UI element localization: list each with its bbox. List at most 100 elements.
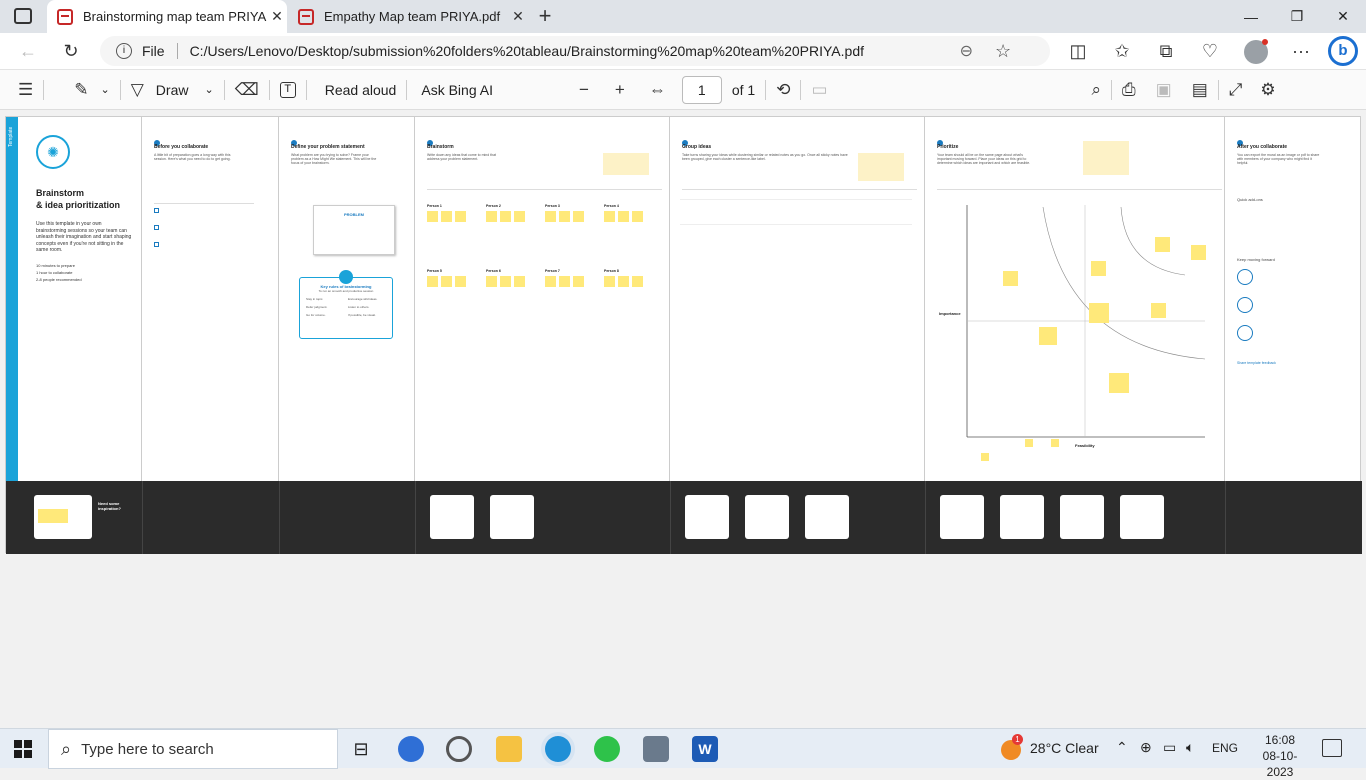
notifications-icon[interactable]	[1322, 739, 1342, 757]
rules-card: Key rules of brainstorming To run an smo…	[299, 270, 393, 339]
minimize-button[interactable]: —	[1228, 0, 1274, 33]
file-label: File	[142, 43, 165, 59]
rule-item: Stay in topic.	[306, 297, 324, 301]
pdf-viewer[interactable]: Template ✺ Brainstorm & idea prioritizat…	[0, 110, 1366, 726]
page-total: of 1	[731, 81, 756, 98]
group-footer	[670, 481, 925, 554]
word-icon[interactable]: W	[692, 736, 718, 762]
omnibox[interactable]: i File C:/Users/Lenovo/Desktop/submissio…	[100, 36, 1050, 66]
zoom-in-icon[interactable]: +	[615, 80, 625, 100]
need-inspiration: Need some inspiration?	[98, 501, 121, 511]
weather-text[interactable]: 28°C Clear	[1030, 740, 1099, 756]
contents-icon[interactable]: ☰	[18, 80, 33, 100]
rule-item: Defer judgment.	[306, 305, 328, 309]
favorite-star-icon[interactable]: ☆	[995, 41, 1011, 62]
performance-icon[interactable]: ♡	[1194, 35, 1226, 67]
tab-empathy-map[interactable]: Empathy Map team PRIYA.pdf ✕	[288, 0, 528, 33]
back-button[interactable]: ←	[12, 35, 44, 67]
app-icon[interactable]	[446, 736, 472, 762]
section-title: Define your problem statement	[291, 144, 365, 150]
chevron-down-icon[interactable]: ⌄	[204, 83, 213, 96]
restore-button[interactable]: ❐	[1274, 0, 1320, 33]
file-explorer-icon[interactable]	[496, 736, 522, 762]
task-view-icon[interactable]: ⊟	[348, 736, 374, 762]
zoom-icon[interactable]: ⊖	[960, 41, 973, 61]
save-as-icon[interactable]: ▤	[1192, 80, 1208, 100]
section-title: Group ideas	[682, 144, 712, 150]
search-icon[interactable]: ⌕	[1092, 80, 1102, 100]
close-icon[interactable]: ✕	[267, 8, 287, 25]
checklist	[154, 203, 254, 273]
more-icon[interactable]: ···	[1285, 35, 1317, 67]
split-screen-icon[interactable]: ◫	[1062, 35, 1094, 67]
tab-brainstorming[interactable]: Brainstorming map team PRIYA.pdf ✕	[47, 0, 287, 33]
taskbar-search-box[interactable]: ⌕ Type here to search	[48, 729, 338, 769]
pdf-toolbar: ☰ ✎ ⌄ ▽ Draw ⌄ ⌫ T Read aloud Ask Bing AI −…	[0, 70, 1366, 110]
edge-browser-icon[interactable]	[545, 736, 571, 762]
media-player-icon[interactable]	[398, 736, 424, 762]
pdf-page: Template ✺ Brainstorm & idea prioritizat…	[5, 116, 1362, 554]
notification-dot	[1262, 39, 1268, 45]
meta-item: 2-8 people recommended	[36, 277, 82, 282]
clock[interactable]: 16:08 08-10-2023	[1250, 732, 1310, 780]
problem-label: PROBLEM	[344, 212, 364, 217]
taskbar: ⌕ Type here to search ⊟ W 1 28°C Clear ⌃…	[0, 728, 1366, 779]
doc-title-line2: & idea prioritization	[36, 200, 121, 210]
fit-width-icon[interactable]: ⇔	[649, 80, 666, 100]
close-window-button[interactable]: ✕	[1320, 0, 1366, 33]
rule-item: Go for volume.	[306, 313, 326, 317]
text-icon[interactable]: T	[279, 81, 296, 98]
rule-item: Encourage wild ideas.	[348, 297, 378, 301]
grouped-text-block	[680, 199, 912, 225]
ask-bing-button[interactable]: Ask Bing AI	[421, 82, 493, 98]
page-view-icon[interactable]: ▭	[811, 80, 827, 100]
draw-button[interactable]: ▽ Draw ⌄	[131, 70, 214, 110]
rule-item: Listen to others.	[348, 305, 370, 309]
bing-copilot-icon[interactable]: b	[1328, 36, 1358, 66]
favorites-icon[interactable]: ✩	[1106, 35, 1138, 67]
info-icon[interactable]: i	[116, 43, 132, 59]
rule-item: If possible, be visual.	[348, 313, 376, 317]
highlight-icon[interactable]: ✎	[74, 80, 88, 100]
refresh-button[interactable]: ↻	[55, 35, 87, 67]
side-color-bar: Template	[6, 117, 18, 481]
whatsapp-icon[interactable]	[594, 736, 620, 762]
collections-icon[interactable]: ⧉	[1150, 35, 1182, 67]
section-title: Before you collaborate	[154, 144, 209, 150]
rotate-icon[interactable]: ⟲	[776, 80, 790, 100]
axis-feasibility: Feasibility	[1075, 443, 1095, 448]
doc-intro: Use this template in your own brainstorm…	[36, 221, 132, 253]
language-indicator[interactable]: ENG	[1212, 741, 1238, 755]
keep-moving-heading: Keep moving forward	[1237, 257, 1275, 262]
page-number-input[interactable]: 1	[681, 75, 722, 104]
settings-gear-icon[interactable]: ⚙	[1260, 80, 1275, 100]
read-aloud-button[interactable]: Read aloud	[325, 82, 397, 98]
pdf-icon	[57, 8, 73, 25]
close-icon[interactable]: ✕	[508, 8, 528, 25]
axis-importance: Importance	[939, 311, 961, 316]
camera-icon[interactable]	[643, 736, 669, 762]
zoom-out-icon[interactable]: −	[579, 80, 589, 100]
inspiration-thumbnail	[34, 495, 92, 539]
frame-before: Before you collaborate A little bit of p…	[142, 117, 279, 481]
erase-icon[interactable]: ⌫	[235, 80, 259, 100]
battery-icon[interactable]: ▭	[1163, 739, 1176, 756]
print-icon[interactable]: ⎙	[1122, 80, 1136, 100]
person-label: Person 8	[604, 269, 619, 273]
lightbulb-icon: ✺	[36, 135, 70, 169]
save-icon[interactable]: ▣	[1156, 80, 1172, 100]
chevron-down-icon[interactable]: ⌄	[101, 83, 110, 96]
frame-after: After you collaborate You can export the…	[1225, 117, 1362, 481]
person-label: Person 7	[545, 269, 560, 273]
chevron-up-icon[interactable]: ⌃	[1116, 739, 1128, 756]
new-tab-button[interactable]: +	[533, 4, 557, 28]
tab-actions-icon[interactable]	[14, 8, 32, 24]
search-icon: ⌕	[61, 738, 72, 759]
share-feedback-link[interactable]: Share template feedback	[1237, 361, 1276, 365]
network-icon[interactable]: ⊕	[1140, 739, 1152, 756]
volume-icon[interactable]: 🔈︎	[1186, 739, 1194, 756]
windows-start-icon[interactable]	[14, 740, 32, 758]
url-text[interactable]: C:/Users/Lenovo/Desktop/submission%20fol…	[190, 43, 950, 59]
tip-card	[858, 153, 904, 181]
fullscreen-icon[interactable]: ⤢	[1229, 80, 1243, 100]
